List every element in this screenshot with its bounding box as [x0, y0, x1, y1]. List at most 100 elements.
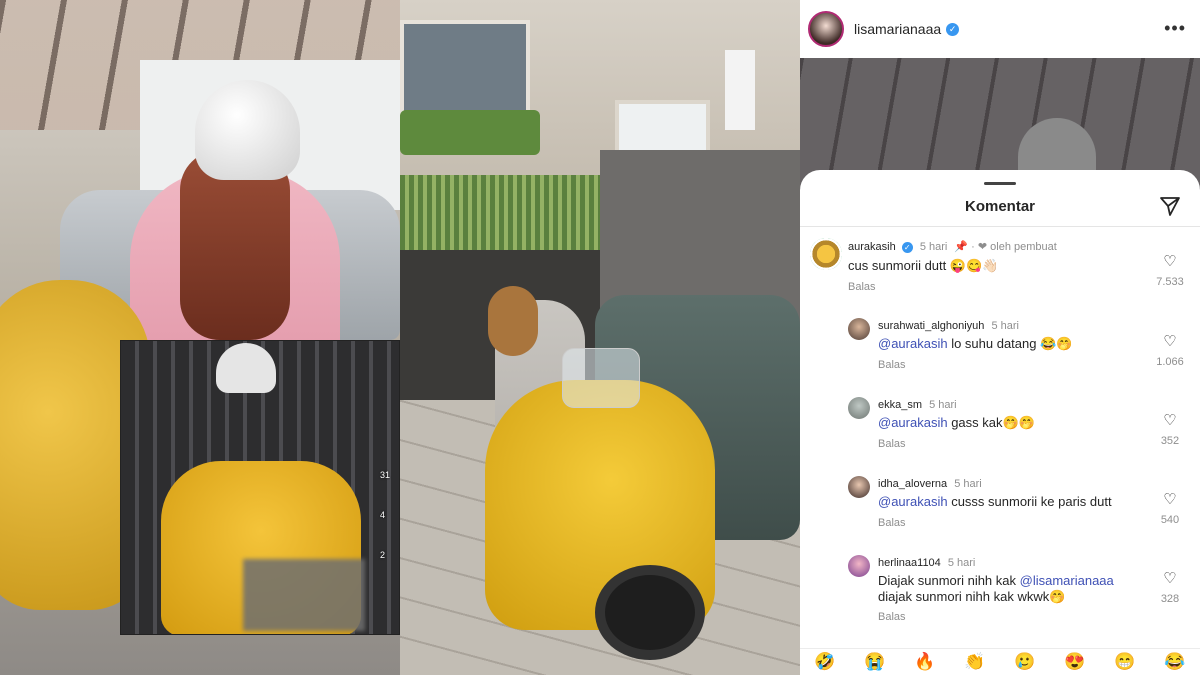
scooter-windshield — [562, 348, 640, 408]
pinned-note: 📌 · ❤ oleh pembuat — [954, 241, 1057, 253]
hanging-ivy — [400, 175, 615, 255]
white-helmet — [195, 80, 300, 180]
comment-time: 5 hari — [919, 241, 948, 253]
comment-text: Diajak sunmori nihh kak @lisamarianaaa — [878, 572, 1114, 589]
mention-link[interactable]: @aurakasih — [878, 336, 948, 351]
comment-text-part: gass kak🤭🤭 — [947, 415, 1035, 430]
post-header: lisamarianaaa ✓ ••• — [800, 0, 1200, 58]
like-count[interactable]: 31 — [380, 470, 400, 480]
inset-video-frame — [120, 340, 400, 635]
emoji-button[interactable]: 😭 — [864, 651, 885, 673]
comment-text-part: lo suhu datang 😂🤭 — [947, 336, 1073, 351]
post-photo-dimmed — [800, 58, 1200, 188]
comment-username[interactable]: surahwati_alghoniyuh — [878, 320, 984, 332]
avatar[interactable] — [848, 555, 870, 577]
reply-button[interactable]: Balas — [878, 517, 906, 529]
mention-link[interactable]: @lisamarianaaa — [1020, 573, 1114, 588]
reply-button[interactable]: Balas — [878, 611, 906, 623]
post-username[interactable]: lisamarianaaa — [854, 21, 941, 37]
comment-username[interactable]: herlinaa1104 — [878, 557, 941, 569]
comment-meta: surahwati_alghoniyuh 5 hari — [878, 320, 1019, 332]
verified-badge-icon: ✓ — [901, 242, 913, 253]
like-control[interactable]: ♡ 1.066 — [1150, 334, 1190, 369]
comment-username[interactable]: ekka_sm — [878, 399, 922, 411]
comment-meta: ekka_sm 5 hari — [878, 399, 957, 411]
comment-time: 5 hari — [954, 478, 982, 490]
heart-icon[interactable]: ♡ — [1150, 254, 1190, 270]
avatar[interactable] — [848, 397, 870, 419]
comment-text: @aurakasih cusss sunmorii ke paris dutt — [878, 493, 1112, 510]
comment-text-part: cus sunmorii dutt 😜😋👋🏻 — [848, 258, 999, 273]
avatar[interactable] — [848, 476, 870, 498]
verified-badge-icon: ✓ — [946, 22, 960, 36]
emoji-button[interactable]: 🔥 — [914, 651, 935, 673]
reply-button[interactable]: Balas — [878, 359, 906, 371]
emoji-button[interactable]: 🤣 — [814, 651, 835, 673]
comment-time: 5 hari — [947, 557, 976, 569]
comment-text: cus sunmorii dutt 😜😋👋🏻 — [848, 257, 998, 274]
like-count: 328 — [1160, 593, 1180, 605]
sheet-title: Komentar — [964, 198, 1035, 215]
comment-count[interactable]: 4 — [380, 510, 400, 520]
comments-sheet: Komentar aurakasih ✓ 5 hari 📌 · ❤ oleh p… — [800, 170, 1200, 675]
photo-house-scooter — [400, 0, 800, 675]
sheet-handle[interactable] — [984, 182, 1016, 185]
comment: surahwati_alghoniyuh 5 hari @aurakasih l… — [800, 318, 1200, 378]
avatar[interactable] — [808, 11, 844, 47]
scooter-wheel — [595, 565, 705, 660]
video-side-actions: 31 4 2 — [380, 470, 400, 640]
comment-meta: aurakasih ✓ 5 hari 📌 · ❤ oleh pembuat — [848, 240, 1057, 253]
comment-text-part: Diajak sunmori nihh kak — [878, 573, 1020, 588]
comment-text: @aurakasih gass kak🤭🤭 — [878, 414, 1035, 431]
comment-username[interactable]: aurakasih — [848, 241, 896, 253]
quick-emoji-bar: 🤣 😭 🔥 👏 🥲 😍 😁 😂 — [800, 648, 1200, 675]
more-options-icon[interactable]: ••• — [1164, 18, 1186, 39]
reply-button[interactable]: Balas — [848, 281, 876, 293]
save-count[interactable]: 2 — [380, 550, 400, 560]
avatar[interactable] — [848, 318, 870, 340]
emoji-button[interactable]: 😍 — [1064, 651, 1085, 673]
window — [400, 20, 530, 115]
avatar[interactable] — [810, 238, 842, 270]
window — [725, 50, 755, 130]
planter-box — [400, 110, 540, 155]
like-control[interactable]: ♡ 540 — [1150, 492, 1190, 527]
comment-text: diajak sunmori nihh kak wkwk🤭 — [878, 588, 1065, 605]
mention-link[interactable]: @aurakasih — [878, 415, 948, 430]
emoji-button[interactable]: 👏 — [964, 651, 985, 673]
like-count: 352 — [1160, 435, 1180, 447]
blurred-plate — [243, 559, 365, 631]
comment-time: 5 hari — [929, 399, 957, 411]
comment-meta: idha_aloverna 5 hari — [878, 478, 982, 490]
like-control[interactable]: ♡ 328 — [1150, 571, 1190, 606]
emoji-button[interactable]: 😁 — [1114, 651, 1135, 673]
comment: aurakasih ✓ 5 hari 📌 · ❤ oleh pembuat cu… — [800, 238, 1200, 298]
instagram-comments-screen: lisamarianaaa ✓ ••• Komentar aurakasih ✓… — [800, 0, 1200, 675]
heart-icon[interactable]: ♡ — [1150, 413, 1190, 429]
like-count: 540 — [1160, 514, 1180, 526]
comment: herlinaa1104 5 hari Diajak sunmori nihh … — [800, 555, 1200, 635]
heart-icon[interactable]: ♡ — [1150, 492, 1190, 508]
send-icon[interactable] — [1158, 194, 1182, 218]
comment-text-part: cusss sunmorii ke paris dutt — [947, 494, 1112, 509]
like-count: 1.066 — [1156, 356, 1184, 368]
emoji-button[interactable]: 🥲 — [1014, 651, 1035, 673]
comment-time: 5 hari — [991, 320, 1020, 332]
like-control[interactable]: ♡ 7.533 — [1150, 254, 1190, 289]
comment-username[interactable]: idha_aloverna — [878, 478, 947, 490]
heart-icon[interactable]: ♡ — [1150, 334, 1190, 350]
like-control[interactable]: ♡ 352 — [1150, 413, 1190, 448]
comment-text: @aurakasih lo suhu datang 😂🤭 — [878, 335, 1072, 352]
comment-meta: herlinaa1104 5 hari — [878, 557, 975, 569]
comment-text-part: diajak sunmori nihh kak wkwk🤭 — [878, 589, 1066, 604]
reply-button[interactable]: Balas — [878, 438, 906, 450]
emoji-button[interactable]: 😂 — [1164, 651, 1185, 673]
like-count: 7.533 — [1156, 276, 1184, 288]
photo-collage-left: 31 4 2 — [0, 0, 400, 675]
mention-link[interactable]: @aurakasih — [878, 494, 948, 509]
comment: idha_aloverna 5 hari @aurakasih cusss su… — [800, 476, 1200, 536]
heart-icon[interactable]: ♡ — [1150, 571, 1190, 587]
woman-hair — [488, 286, 538, 356]
divider — [800, 226, 1200, 227]
comment: ekka_sm 5 hari @aurakasih gass kak🤭🤭 Bal… — [800, 397, 1200, 457]
